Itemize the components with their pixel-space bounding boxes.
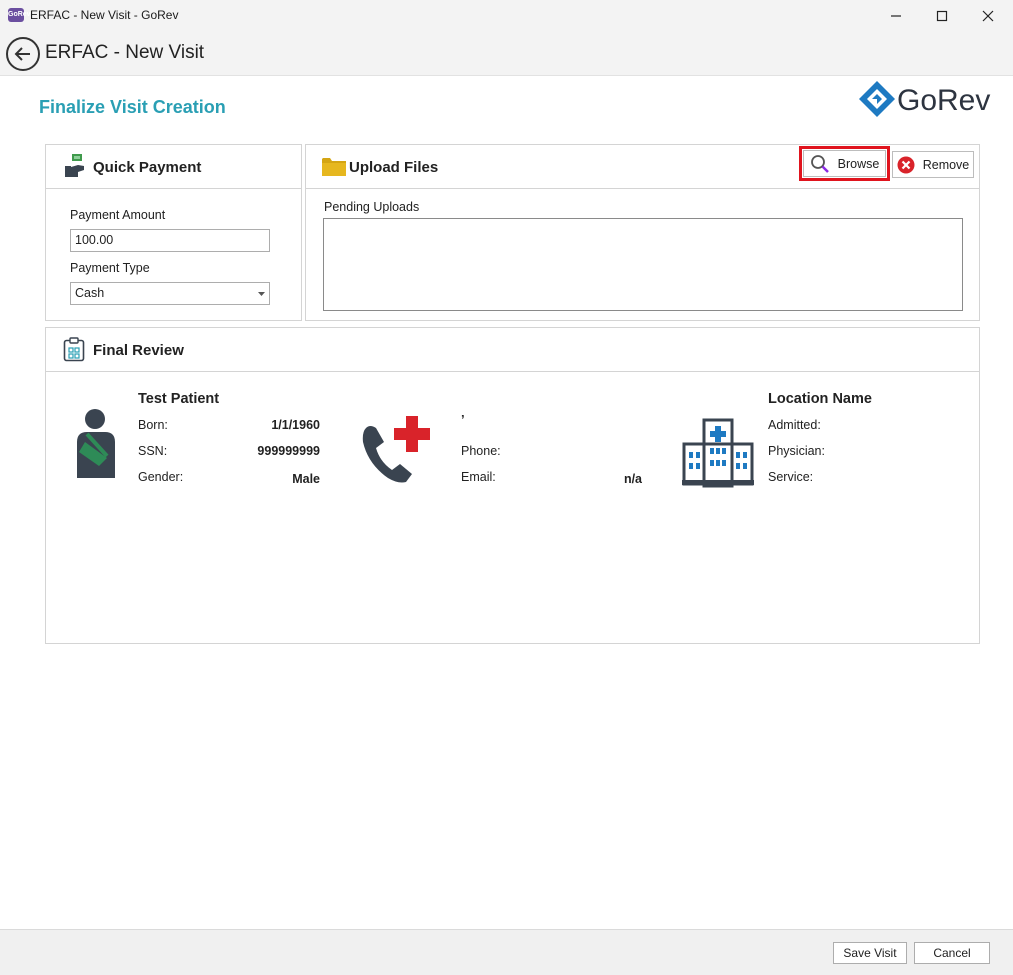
window-title: ERFAC - New Visit - GoRev	[30, 8, 179, 22]
quick-payment-title: Quick Payment	[93, 159, 202, 176]
close-icon	[982, 10, 994, 21]
payment-amount-label: Payment Amount	[70, 208, 166, 222]
born-value: 1/1/1960	[271, 418, 320, 432]
payment-amount-input[interactable]: 100.00	[70, 229, 270, 252]
remove-button[interactable]: Remove	[892, 151, 974, 178]
remove-label: Remove	[922, 157, 970, 172]
hospital-icon	[682, 418, 754, 488]
final-review-panel: Final Review Test Patient Born: 1/1/1960…	[45, 327, 980, 644]
ssn-value: 999999999	[257, 444, 320, 458]
money-hand-icon	[65, 154, 84, 177]
payment-type-label: Payment Type	[70, 261, 150, 275]
ssn-label: SSN:	[138, 444, 168, 458]
patient-icon	[77, 409, 115, 478]
footer-bar: Save Visit Cancel	[0, 929, 1013, 975]
quick-payment-header: Quick Payment	[46, 145, 301, 189]
search-icon	[810, 154, 829, 173]
contact-address: ’	[461, 412, 465, 427]
maximize-button[interactable]	[919, 0, 965, 31]
save-visit-label: Save Visit	[843, 946, 897, 960]
final-review-header: Final Review	[46, 328, 979, 372]
admitted-label: Admitted:	[768, 418, 821, 432]
born-label: Born:	[138, 418, 168, 432]
email-label: Email:	[461, 470, 496, 484]
physician-label: Physician:	[768, 444, 825, 458]
close-button[interactable]	[965, 0, 1011, 31]
page-title: Finalize Visit Creation	[39, 97, 226, 117]
gender-label: Gender:	[138, 470, 184, 484]
service-label: Service:	[768, 470, 814, 484]
chevron-down-icon	[258, 292, 265, 296]
header-bar: ERFAC - New Visit	[0, 31, 1013, 76]
patient-name: Test Patient	[138, 391, 220, 407]
header-title: ERFAC - New Visit	[45, 42, 205, 63]
cancel-button[interactable]: Cancel	[914, 942, 990, 964]
pending-uploads-list[interactable]	[323, 218, 963, 311]
minimize-button[interactable]	[873, 0, 919, 31]
gorev-logo-text: GoRev	[897, 84, 991, 117]
save-visit-button[interactable]: Save Visit	[833, 942, 907, 964]
arrow-left-icon	[14, 47, 30, 61]
final-review-title: Final Review	[93, 342, 184, 359]
phone-label: Phone:	[461, 444, 501, 458]
cancel-label: Cancel	[933, 946, 971, 960]
title-bar: GoRev ERFAC - New Visit - GoRev	[0, 0, 1013, 31]
folder-icon	[322, 158, 346, 176]
minimize-icon	[891, 14, 901, 17]
maximize-icon	[936, 10, 948, 21]
upload-files-title: Upload Files	[349, 159, 439, 176]
browse-button[interactable]: Browse	[803, 150, 886, 177]
phone-medical-icon	[362, 416, 430, 483]
location-name: Location Name	[768, 391, 872, 407]
quick-payment-panel: Quick Payment Payment Amount 100.00 Paym…	[45, 144, 302, 321]
payment-type-value: Cash	[75, 286, 105, 300]
email-value: n/a	[623, 472, 642, 486]
payment-type-select[interactable]: Cash	[70, 282, 270, 305]
browse-label: Browse	[837, 156, 880, 171]
pending-uploads-label: Pending Uploads	[324, 200, 420, 214]
app-icon: GoRev	[8, 8, 31, 22]
clipboard-icon	[63, 337, 85, 362]
remove-icon	[897, 156, 915, 173]
gender-value: Male	[292, 472, 320, 486]
gorev-logo-icon	[859, 81, 895, 117]
back-button[interactable]	[6, 37, 40, 71]
